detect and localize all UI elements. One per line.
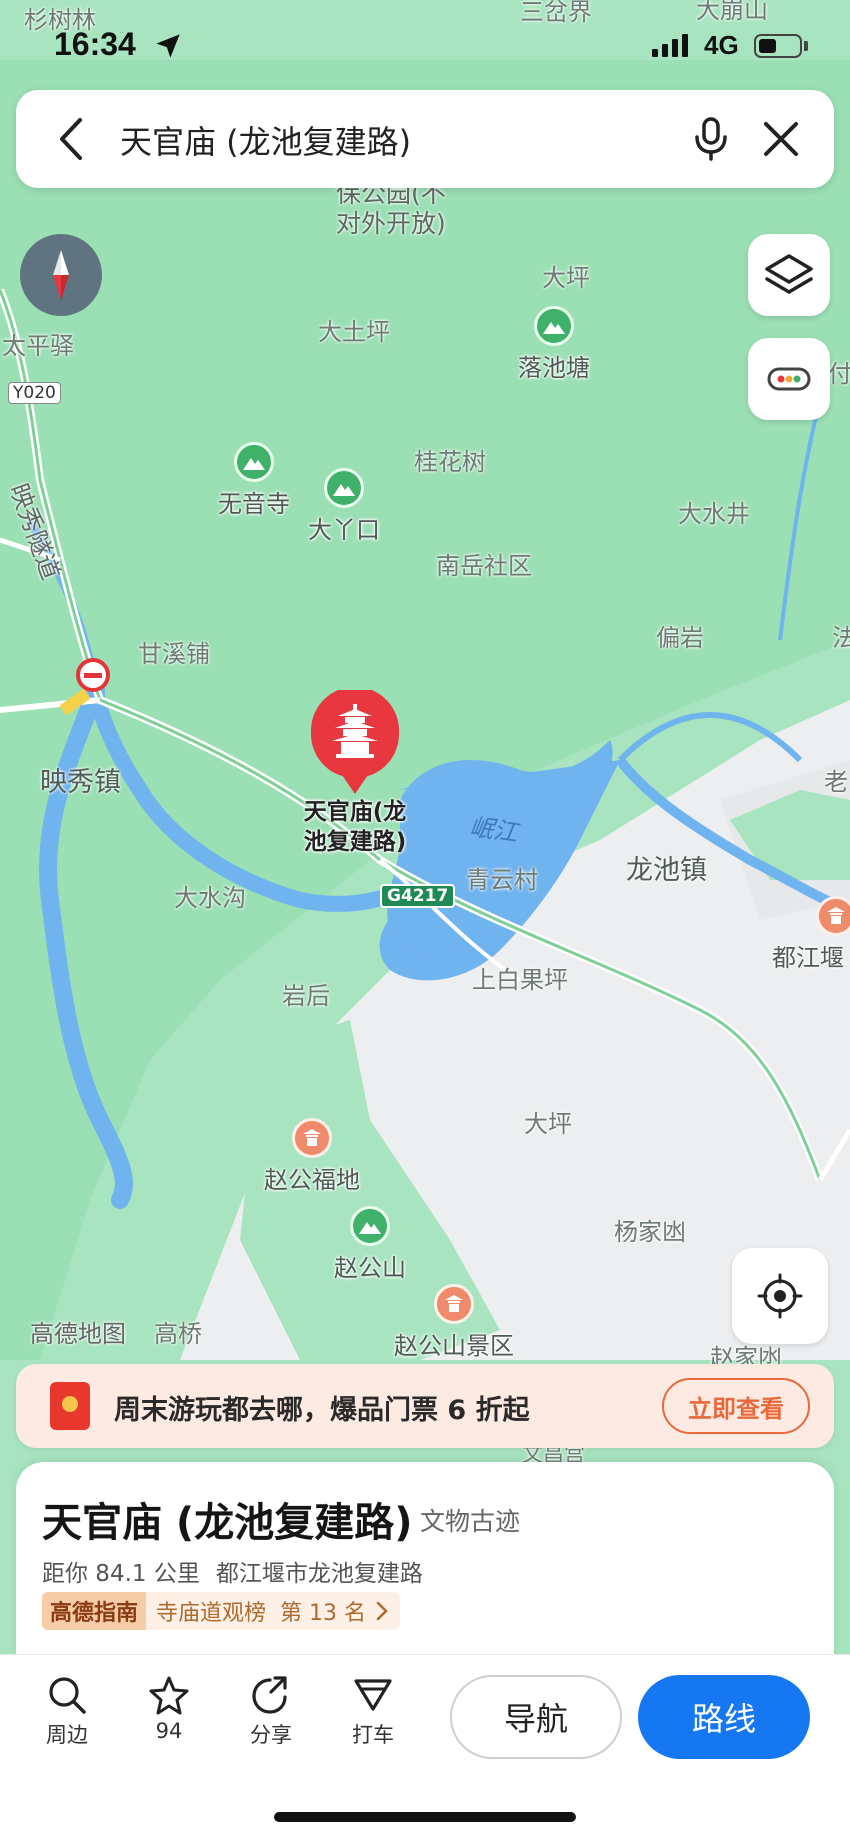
selected-place-label: 天官庙(龙 池复建路)	[303, 799, 407, 855]
star-icon	[149, 1676, 189, 1715]
status-time: 16:34	[54, 26, 136, 62]
locate-crosshair-icon	[757, 1273, 803, 1319]
map-label-dashuigou: 大水沟	[174, 884, 246, 912]
taxi-button[interactable]: 打车	[328, 1675, 418, 1749]
poi-zhaogongshan[interactable]: 赵公山	[334, 1206, 406, 1283]
promo-text: 周末游玩都去哪，爆品门票 6 折起	[114, 1395, 530, 1426]
place-distance: 距你 84.1 公里	[42, 1561, 200, 1587]
promo-banner[interactable]: 周末游玩都去哪，爆品门票 6 折起 立即查看	[16, 1364, 834, 1448]
map-label-yanhou: 岩后	[282, 982, 330, 1010]
search-query[interactable]: 天官庙 (龙池复建路)	[120, 117, 411, 163]
map-label-yingxiu-town: 映秀镇	[40, 767, 121, 798]
cellular-signal-icon	[652, 34, 688, 57]
map-label-daping-mid: 大坪	[524, 1110, 572, 1138]
no-entry-icon	[76, 658, 110, 692]
map-label-shangbaiguoping: 上白果坪	[472, 966, 568, 994]
map-label-ganxipu: 甘溪铺	[138, 640, 210, 668]
place-category: 文物古迹	[420, 1507, 521, 1536]
map-label-yangjiaao: 杨家凼	[614, 1218, 686, 1246]
favorite-count: 94	[155, 1719, 183, 1743]
share-label: 分享	[250, 1723, 292, 1747]
share-button[interactable]: 分享	[226, 1675, 316, 1749]
map-label-fu: 付	[828, 360, 850, 388]
mountain-icon	[534, 306, 574, 346]
compass-icon	[53, 250, 69, 300]
map-label-datuping: 大土坪	[318, 318, 390, 346]
battery-icon	[754, 34, 802, 58]
home-indicator[interactable]	[274, 1812, 576, 1822]
map-label-minjiang: 岷江	[467, 812, 520, 848]
poi-zhaogongshan-scenic[interactable]: 赵公山景区	[394, 1284, 514, 1361]
map-label-guihuashu: 桂花树	[414, 448, 486, 476]
map-label-taipingyi: 太平驿	[2, 332, 74, 360]
layers-icon	[765, 254, 813, 294]
route-button[interactable]: 路线	[638, 1675, 810, 1759]
mountain-icon	[324, 468, 364, 508]
taxi-label: 打车	[352, 1723, 394, 1747]
ranking-link[interactable]: 高德指南 寺庙道观榜 第 13 名	[42, 1592, 401, 1630]
map-label-lao: 老	[824, 768, 848, 796]
taxi-icon	[354, 1679, 392, 1711]
temple-icon	[816, 896, 850, 936]
battery-tip	[804, 41, 808, 51]
amap-logo: 高德地图	[30, 1320, 126, 1348]
red-envelope-icon	[50, 1382, 90, 1430]
road-shield-y020: Y020	[8, 382, 61, 404]
poi-luochitang[interactable]: 落池塘	[518, 306, 590, 383]
poi-wuyinsi[interactable]: 无音寺	[218, 442, 290, 519]
poi-dujiangyan[interactable]: 都江堰	[772, 896, 850, 973]
mountain-icon	[234, 442, 274, 482]
search-bar[interactable]: 天官庙 (龙池复建路)	[16, 90, 834, 188]
temple-icon	[434, 1284, 474, 1324]
network-type: 4G	[704, 30, 739, 60]
map-label-dashuijing: 大水井	[678, 500, 750, 528]
nearby-button[interactable]: 周边	[22, 1675, 112, 1749]
map-label-fa: 法	[832, 624, 850, 652]
poi-dayakou[interactable]: 大丫口	[308, 468, 380, 545]
map-label-gaoqiao: 高桥	[154, 1320, 202, 1348]
place-meta: 距你 84.1 公里 都江堰市龙池复建路	[42, 1554, 423, 1588]
chevron-left-icon	[60, 118, 82, 160]
selected-place-pin[interactable]	[310, 686, 400, 796]
navigate-button[interactable]: 导航	[450, 1675, 622, 1759]
chevron-right-icon	[376, 1601, 388, 1621]
temple-icon	[292, 1118, 332, 1158]
favorite-button[interactable]: 94	[124, 1675, 214, 1743]
amap-guide-badge: 高德指南	[42, 1592, 147, 1630]
map-label-pianyan: 偏岩	[656, 624, 704, 652]
my-location-button[interactable]	[732, 1248, 828, 1344]
pagoda-icon	[311, 686, 399, 794]
mountain-icon	[350, 1206, 390, 1246]
road-shield-g4217: G4217	[380, 884, 456, 908]
microphone-icon	[695, 117, 727, 161]
back-button[interactable]	[46, 114, 96, 164]
ranking-list-name: 寺庙道观榜	[156, 1601, 267, 1626]
toolbox-icon	[767, 367, 811, 391]
map-layers-button[interactable]	[748, 234, 830, 316]
search-icon	[49, 1677, 86, 1714]
map-label-daping-top: 大坪	[542, 264, 590, 292]
close-icon	[764, 122, 798, 156]
promo-view-button[interactable]: 立即查看	[662, 1378, 810, 1434]
nearby-label: 周边	[46, 1723, 88, 1747]
compass-button[interactable]	[20, 234, 102, 316]
map-label-park-line2: 对外开放)	[336, 209, 446, 238]
clear-search-button[interactable]	[754, 112, 808, 166]
map-label-qingyun: 青云村	[466, 866, 538, 894]
share-icon	[252, 1676, 287, 1714]
voice-search-button[interactable]	[684, 112, 738, 166]
place-title: 天官庙 (龙池复建路)	[42, 1500, 413, 1546]
map-label-longchi-town: 龙池镇	[626, 855, 707, 886]
place-address: 都江堰市龙池复建路	[215, 1561, 423, 1587]
status-bar: 16:34 4G	[0, 0, 850, 90]
location-arrow-icon	[156, 34, 180, 58]
toolbox-button[interactable]	[748, 338, 830, 420]
ranking-position: 第 13 名	[280, 1601, 367, 1626]
poi-zhaogongfudi[interactable]: 赵公福地	[264, 1118, 360, 1195]
map-label-nanyue: 南岳社区	[436, 552, 532, 580]
